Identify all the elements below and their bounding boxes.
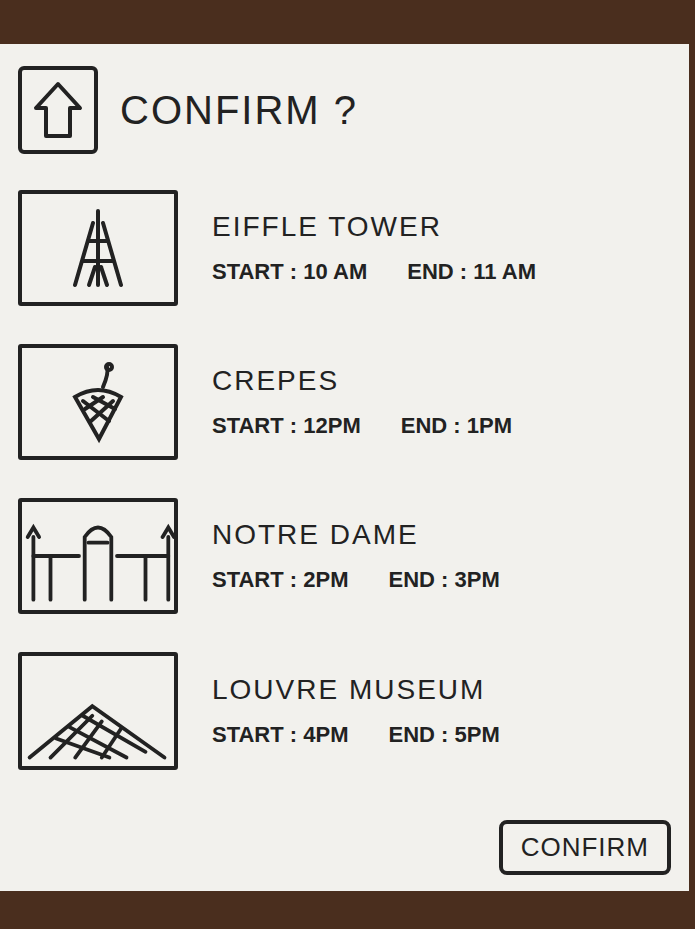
- activity-info: LOUVRE MUSEUM START : 4PM END : 5PM: [212, 674, 500, 748]
- activity-times: START : 4PM END : 5PM: [212, 722, 500, 748]
- activity-name: NOTRE DAME: [212, 519, 500, 551]
- activity-times: START : 12PM END : 1PM: [212, 413, 512, 439]
- page-title: CONFIRM ?: [120, 88, 358, 133]
- activity-info: NOTRE DAME START : 2PM END : 3PM: [212, 519, 500, 593]
- activity-name: CREPES: [212, 365, 512, 397]
- activity-name: EIFFLE TOWER: [212, 211, 536, 243]
- activity-thumbnail: [18, 652, 178, 770]
- activity-row[interactable]: CREPES START : 12PM END : 1PM: [18, 344, 671, 460]
- end-time: END : 1PM: [401, 413, 512, 439]
- home-button[interactable]: [18, 66, 98, 154]
- activity-thumbnail: [18, 344, 178, 460]
- end-time: END : 5PM: [388, 722, 499, 748]
- header: CONFIRM ?: [18, 66, 671, 154]
- notre-dame-icon: [22, 506, 174, 606]
- home-icon: [30, 78, 86, 142]
- end-time: END : 11 AM: [407, 259, 536, 285]
- activity-thumbnail: [18, 498, 178, 614]
- activity-list: EIFFLE TOWER START : 10 AM END : 11 AM CREP…: [18, 190, 671, 770]
- footer: CONFIRM: [18, 820, 671, 875]
- start-time: START : 10 AM: [212, 259, 367, 285]
- eiffel-tower-icon: [63, 203, 133, 293]
- activity-info: EIFFLE TOWER START : 10 AM END : 11 AM: [212, 211, 536, 285]
- paper-screen: CONFIRM ? EIFFLE TOWER START : 10 AM END : …: [0, 44, 689, 891]
- activity-thumbnail: [18, 190, 178, 306]
- activity-times: START : 2PM END : 3PM: [212, 567, 500, 593]
- activity-row[interactable]: EIFFLE TOWER START : 10 AM END : 11 AM: [18, 190, 671, 306]
- start-time: START : 12PM: [212, 413, 361, 439]
- confirm-button[interactable]: CONFIRM: [499, 820, 671, 875]
- desk: CONFIRM ? EIFFLE TOWER START : 10 AM END : …: [0, 0, 695, 929]
- crepe-icon: [63, 357, 133, 447]
- louvre-pyramid-icon: [22, 656, 174, 766]
- start-time: START : 4PM: [212, 722, 348, 748]
- activity-row[interactable]: NOTRE DAME START : 2PM END : 3PM: [18, 498, 671, 614]
- start-time: START : 2PM: [212, 567, 348, 593]
- activity-info: CREPES START : 12PM END : 1PM: [212, 365, 512, 439]
- activity-times: START : 10 AM END : 11 AM: [212, 259, 536, 285]
- activity-row[interactable]: LOUVRE MUSEUM START : 4PM END : 5PM: [18, 652, 671, 770]
- end-time: END : 3PM: [388, 567, 499, 593]
- activity-name: LOUVRE MUSEUM: [212, 674, 500, 706]
